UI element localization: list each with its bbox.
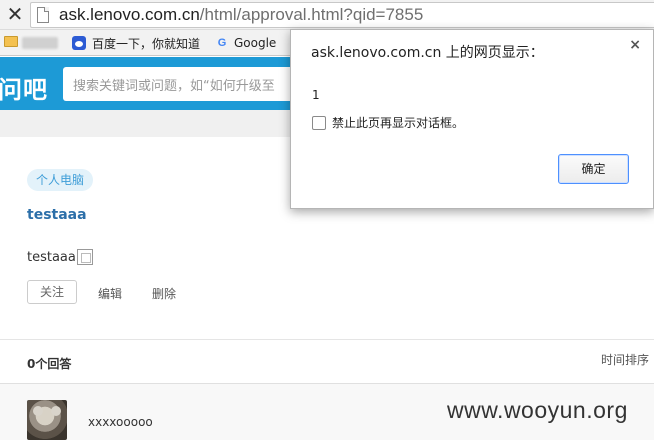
edit-link[interactable]: 编辑 [98,285,122,302]
ok-button[interactable]: 确定 [558,154,629,184]
follow-button[interactable]: 关注 [27,280,77,304]
sort-by-time-link[interactable]: 时间排序 [601,351,649,368]
blurred-bookmark[interactable] [22,37,58,49]
folder-icon[interactable] [4,36,18,47]
divider [0,339,654,340]
category-tag[interactable]: 个人电脑 [27,169,94,191]
browser-address-bar: ✕ ask.lenovo.com.cn/html/approval.html?q… [0,0,654,30]
question-title[interactable]: testaaa [27,207,87,223]
url-text: ask.lenovo.com.cn/html/approval.html?qid… [59,4,423,26]
bookmark-google-label: Google [234,36,277,50]
page-icon [37,7,49,23]
answers-count: 0个回答 [27,357,72,371]
question-body-text: testaaa [27,250,76,265]
question-body: testaaa [27,249,93,265]
suppress-dialogs-option[interactable]: 禁止此页再显示对话框。 [312,114,464,131]
close-icon[interactable]: × [629,37,641,53]
bookmark-baidu-label: 百度一下，你就知道 [92,36,201,51]
dialog-message: 1 [312,88,320,102]
alert-dialog: ask.lenovo.com.cn 上的网页显示： × 1 禁止此页再显示对话框… [290,29,654,209]
broken-image-icon [76,249,93,265]
suppress-dialogs-checkbox[interactable] [312,115,326,130]
bookmark-baidu[interactable]: 百度一下，你就知道 [72,34,200,52]
url-host: ask.lenovo.com.cn [59,5,200,24]
url-field[interactable]: ask.lenovo.com.cn/html/approval.html?qid… [30,2,654,28]
google-g-icon: G [217,37,227,49]
url-path: /html/approval.html?qid=7855 [199,5,424,24]
suppress-dialogs-label[interactable]: 禁止此页再显示对话框。 [332,114,464,131]
search-placeholder: 搜索关键词或问题，如“如何升级至 [73,79,275,94]
watermark: www.wooyun.org [447,397,628,423]
bookmark-google[interactable]: G Google [215,34,277,52]
avatar[interactable] [27,400,67,440]
delete-link[interactable]: 删除 [152,285,176,302]
baidu-paw-icon [72,36,86,50]
dialog-title: ask.lenovo.com.cn 上的网页显示： [311,45,544,61]
site-logo[interactable]: 问吧 [0,70,48,105]
close-tab-icon[interactable]: ✕ [5,3,25,25]
answer-username[interactable]: xxxxooooo [88,415,153,429]
